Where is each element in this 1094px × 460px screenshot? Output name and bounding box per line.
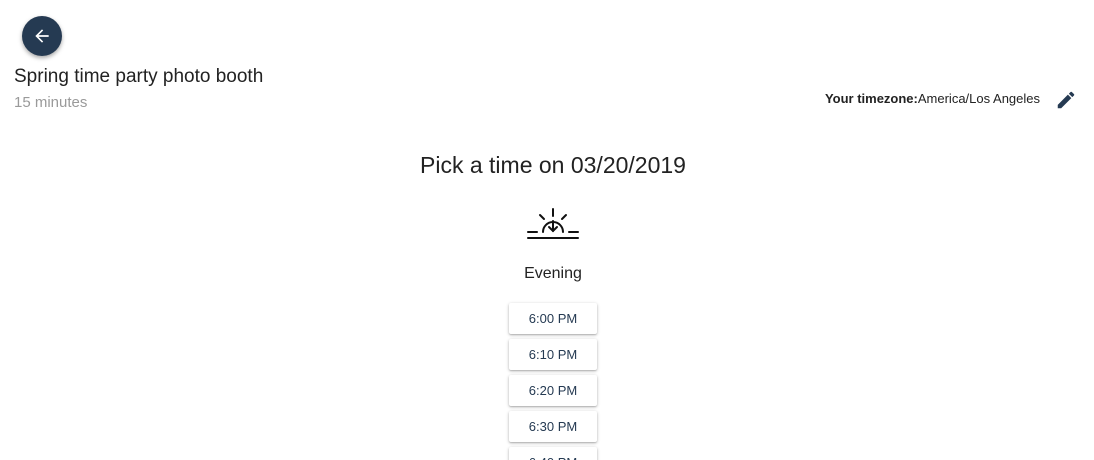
event-duration: 15 minutes [14, 94, 88, 111]
pencil-icon [1057, 91, 1075, 109]
period-label: Evening [524, 265, 582, 282]
time-slot-button[interactable]: 6:30 PM [509, 411, 597, 442]
edit-timezone-button[interactable] [1054, 88, 1078, 112]
time-slot-button[interactable]: 6:10 PM [509, 339, 597, 370]
time-slot-button[interactable]: 6:40 PM [509, 447, 597, 460]
time-slot-list: 6:00 PM 6:10 PM 6:20 PM 6:30 PM 6:40 PM [509, 303, 597, 460]
time-slot-button[interactable]: 6:20 PM [509, 375, 597, 406]
timezone-display: Your timezone:America/Los Angeles [825, 91, 1040, 106]
time-slot-button[interactable]: 6:00 PM [509, 303, 597, 334]
arrow-left-icon [35, 29, 49, 43]
pick-time-heading: Pick a time on 03/20/2019 [420, 152, 686, 178]
timezone-label: Your timezone: [824, 91, 918, 106]
timezone-value: America/Los Angeles [917, 91, 1040, 106]
event-title: Spring time party photo booth [14, 66, 264, 87]
back-button[interactable] [22, 16, 62, 56]
sunset-icon [527, 208, 579, 239]
scheduling-page: Spring time party photo booth 15 minutes… [0, 0, 1094, 460]
